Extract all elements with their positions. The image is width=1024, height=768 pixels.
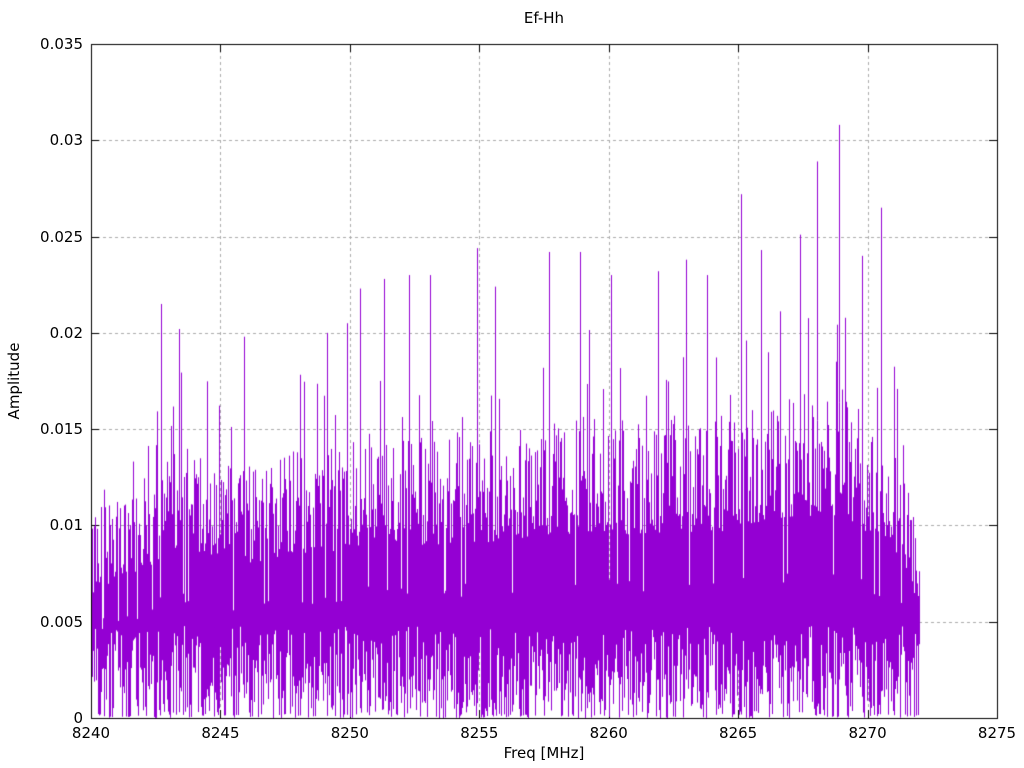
x-tick-label-8255: 8255 [460,724,499,742]
y-tick-label-0.005: 0.005 [40,613,83,631]
y-tick-label-0.035: 0.035 [40,35,83,53]
y-axis-label: Amplitude [5,342,23,420]
y-tick-label-0.03: 0.03 [49,131,83,149]
x-axis-label: Freq [MHz] [503,744,585,762]
y-tick-label-0.025: 0.025 [40,228,83,246]
x-tick-label-8265: 8265 [719,724,758,742]
y-tick-label-0: 0 [73,709,83,727]
y-tick-label-0.01: 0.01 [49,516,83,534]
spectrum-figure: Ef-Hh Amplitude Freq [MHz] 8240 8245 8250 8… [0,0,1024,768]
chart-title: Ef-Hh [523,9,565,27]
x-tick-label-8250: 8250 [330,724,369,742]
y-tick-label-0.015: 0.015 [40,420,83,438]
spectrum-plot-canvas [0,0,1024,768]
x-tick-label-8270: 8270 [848,724,887,742]
x-tick-label-8245: 8245 [201,724,240,742]
x-tick-label-8275: 8275 [977,724,1017,742]
x-tick-label-8260: 8260 [589,724,628,742]
y-tick-label-0.02: 0.02 [49,324,83,342]
